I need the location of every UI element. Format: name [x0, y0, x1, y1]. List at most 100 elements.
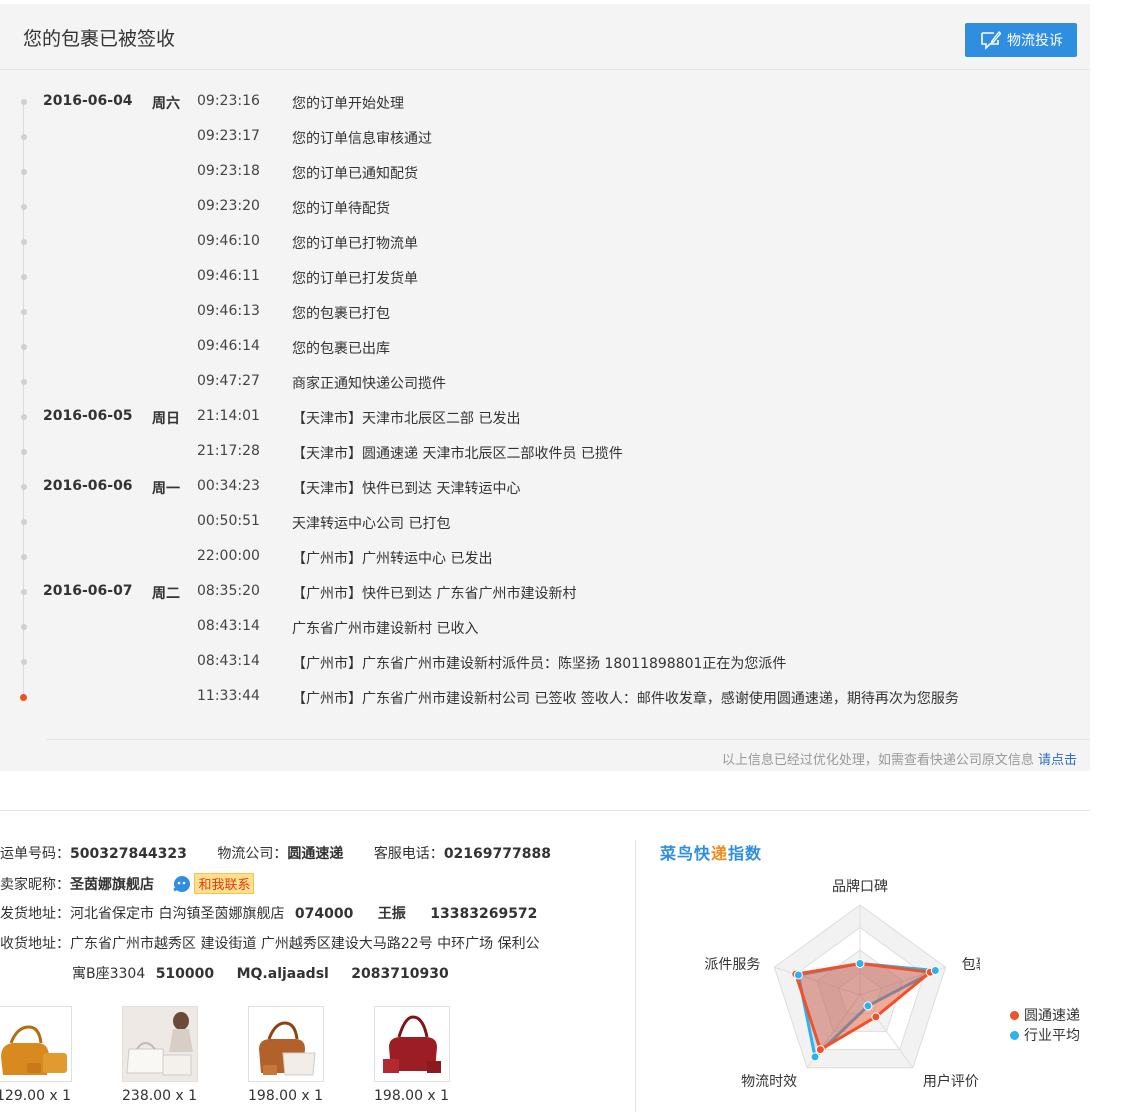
- legend-item: 行业平均: [1010, 1025, 1080, 1045]
- ship-address-line: 发货地址：河北省保定市 白沟镇圣茵娜旗舰店 074000 王振 13383269…: [0, 903, 537, 923]
- tracking-row: 09:46:11 您的订单已打发货单: [0, 265, 1090, 300]
- tracking-message: 您的包裹已打包: [292, 306, 390, 322]
- tracking-date: 2016-06-04: [43, 93, 133, 109]
- tracking-row: 08:43:14 【广州市】广东省广州市建设新村派件员：陈坚扬 180118988…: [0, 650, 1090, 685]
- tracking-time: 21:14:01: [197, 408, 260, 424]
- title-part-a: 菜鸟快: [660, 844, 712, 863]
- tracking-message: 【天津市】天津市北辰区二部 已发出: [292, 411, 521, 427]
- contact-me-button[interactable]: 和我联系: [194, 873, 255, 894]
- seller-name: 圣茵娜旗舰店: [70, 877, 154, 893]
- tracking-date: 2016-06-07: [43, 583, 133, 599]
- tracking-weekday: 周二: [152, 586, 180, 602]
- radar-point: [863, 1001, 873, 1011]
- receive-address-line: 收货地址：广东省广州市越秀区 建设街道 广州越秀区建设大马路22号 中环广场 保…: [0, 933, 540, 953]
- tracking-row: 2016-06-04 周六 09:23:16 您的订单开始处理: [0, 90, 1090, 125]
- timeline-dot: [21, 484, 27, 490]
- tracking-row: 09:46:10 您的订单已打物流单: [0, 230, 1090, 265]
- timeline-dot: [21, 274, 27, 280]
- product-price: 238.00 x 1: [122, 1088, 198, 1104]
- tracking-time: 09:23:18: [197, 163, 260, 179]
- product-price: 198.00 x 1: [248, 1088, 324, 1104]
- receive-address-line-2: 寓B座3304 510000 MQ.aljaadsl 2083710930: [72, 963, 449, 983]
- ship-zip: 074000: [294, 906, 354, 922]
- tracking-message: 【广州市】广东省广州市建设新村公司 已签收 签收人：邮件收发章，感谢使用圆通速递…: [292, 691, 959, 707]
- cainiao-index-title: 菜鸟快递指数: [660, 840, 762, 864]
- receive-zip: 510000: [155, 966, 215, 982]
- product-image[interactable]: [0, 1006, 72, 1082]
- legend-item: 圆通速递: [1010, 1005, 1080, 1025]
- product-price: 198.00 x 1: [374, 1088, 450, 1104]
- receive-address: 广东省广州市越秀区 建设街道 广州越秀区建设大马路22号 中环广场 保利公: [70, 936, 540, 952]
- timeline-dot: [21, 624, 27, 630]
- tracking-time: 08:35:20: [197, 583, 260, 599]
- ship-label: 发货地址：: [0, 906, 70, 922]
- tracking-time: 00:50:51: [197, 513, 260, 529]
- tracking-row: 22:00:00 【广州市】广州转运中心 已发出: [0, 545, 1090, 580]
- seller-line: 卖家昵称：圣茵娜旗舰店 和我联系: [0, 873, 255, 894]
- tracking-weekday: 周一: [152, 481, 180, 497]
- tracking-row: 09:47:27 商家正通知快递公司揽件: [0, 370, 1090, 405]
- tracking-row: 09:23:20 您的订单待配货: [0, 195, 1090, 230]
- section-divider: [0, 810, 1090, 811]
- tracking-message: 您的订单开始处理: [292, 96, 404, 112]
- radar-chart: 品牌口碑包裹追踪用户评价 物流时效 派件服务: [704, 878, 980, 1090]
- timeline-dot: [21, 519, 27, 525]
- view-original-link[interactable]: 请点击: [1038, 753, 1077, 768]
- tracking-message: 【广州市】广州转运中心 已发出: [292, 551, 493, 567]
- product-image[interactable]: [374, 1006, 450, 1082]
- tracking-time: 09:47:27: [197, 373, 260, 389]
- tracking-message: 您的包裹已出库: [292, 341, 390, 357]
- receive-label: 收货地址：: [0, 936, 70, 952]
- tracking-message: 【广州市】快件已到达 广东省广州市建设新村: [292, 586, 577, 602]
- tracking-time: 08:43:14: [197, 618, 260, 634]
- radar-axis-label: 物流时效: [741, 1074, 797, 1090]
- legend-dot: [1010, 1030, 1019, 1040]
- timeline-dot: [21, 239, 27, 245]
- ship-phone: 13383269572: [430, 906, 538, 922]
- product-image[interactable]: [122, 1006, 198, 1082]
- tracking-message: 您的订单已打物流单: [292, 236, 418, 252]
- chat-icon[interactable]: [172, 875, 192, 893]
- tracking-time: 09:23:16: [197, 93, 260, 109]
- radar-point: [871, 1012, 881, 1022]
- title-part-c: 指数: [728, 844, 763, 863]
- tracking-footer: 以上信息已经过优化处理，如需查看快递公司原文信息 请点击: [722, 749, 1077, 768]
- footer-note: 以上信息已经过优化处理，如需查看快递公司原文信息: [721, 753, 1034, 768]
- timeline-dot: [21, 449, 27, 455]
- timeline-dot: [21, 99, 27, 105]
- ship-name: 王振: [377, 906, 406, 922]
- tracking-message: 您的订单已打发货单: [292, 271, 418, 287]
- company-name: 圆通速递: [287, 846, 344, 862]
- service-phone: 02169777888: [443, 846, 551, 862]
- tracking-date: 2016-06-05: [43, 408, 133, 424]
- product-item[interactable]: 129.00 x 1: [0, 1006, 76, 1104]
- product-item[interactable]: 198.00 x 1: [248, 1006, 328, 1104]
- page-title: 您的包裹已被签收: [23, 28, 176, 50]
- tracking-row: 2016-06-06 周一 00:34:23 【天津市】快件已到达 天津转运中心: [0, 475, 1090, 510]
- tracking-message: 【天津市】圆通速递 天津市北辰区二部收件员 已揽件: [292, 446, 623, 462]
- tracking-row: 2016-06-05 周日 21:14:01 【天津市】天津市北辰区二部 已发出: [0, 405, 1090, 440]
- product-item[interactable]: 238.00 x 1: [122, 1006, 202, 1104]
- tracking-time: 22:00:00: [197, 548, 260, 564]
- tracking-message: 【天津市】快件已到达 天津转运中心: [292, 481, 521, 497]
- legend-label: 圆通速递: [1024, 1008, 1080, 1024]
- seller-label: 卖家昵称：: [0, 877, 70, 893]
- tracking-message: 【广州市】广东省广州市建设新村派件员：陈坚扬 18011898801正在为您派件: [292, 656, 787, 672]
- waybill-label: 运单号码：: [0, 846, 70, 862]
- legend-label: 行业平均: [1024, 1028, 1080, 1044]
- tracking-time: 09:46:11: [197, 268, 260, 284]
- timeline-dot: [21, 204, 27, 210]
- tracking-time: 09:23:17: [197, 128, 260, 144]
- tracking-header: 您的包裹已被签收 物流投诉: [0, 4, 1090, 70]
- tracking-time: 09:46:13: [197, 303, 260, 319]
- product-item[interactable]: 198.00 x 1: [374, 1006, 454, 1104]
- ship-address: 河北省保定市 白沟镇圣茵娜旗舰店: [70, 906, 285, 922]
- tracking-time: 21:17:28: [197, 443, 260, 459]
- logistics-complaint-button[interactable]: 物流投诉: [965, 23, 1077, 57]
- tracking-row: 2016-06-07 周二 08:35:20 【广州市】快件已到达 广东省广州市建设新…: [0, 580, 1090, 615]
- timeline-dot: [21, 554, 27, 560]
- tracking-row: 09:23:17 您的订单信息审核通过: [0, 125, 1090, 160]
- radar-axis-label: 品牌口碑: [832, 878, 888, 895]
- tracking-message: 广东省广州市建设新村 已收入: [292, 621, 479, 637]
- product-image[interactable]: [248, 1006, 324, 1082]
